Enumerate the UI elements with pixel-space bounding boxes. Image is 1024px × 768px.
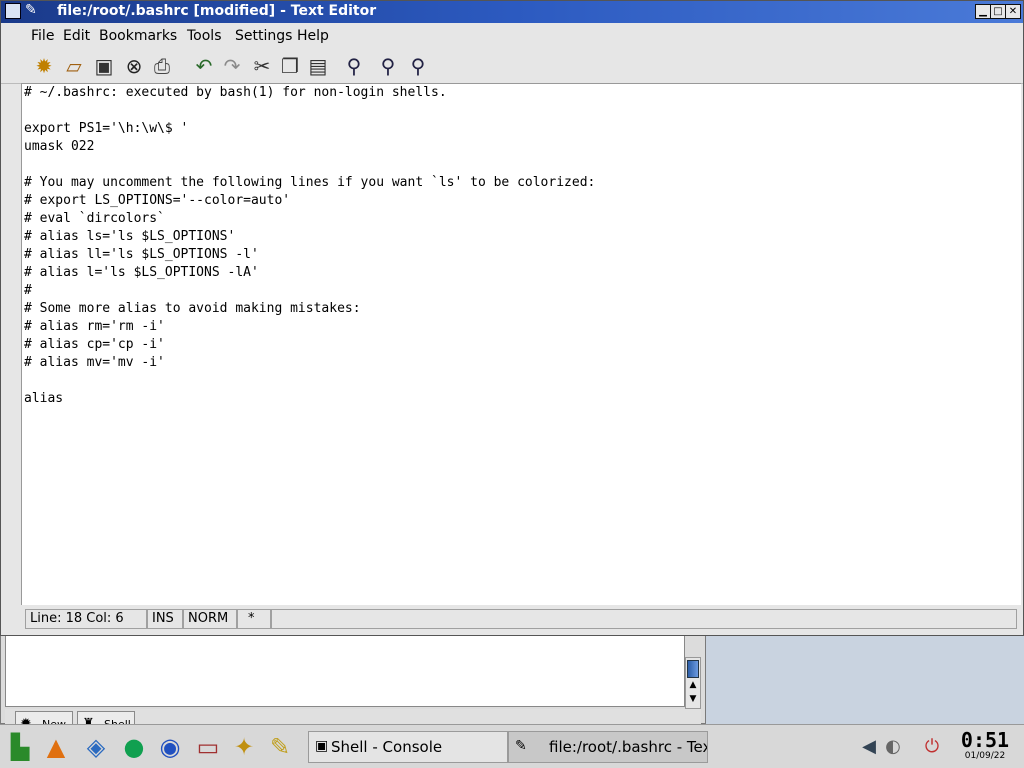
vlc-icon[interactable]: ▲ <box>40 731 72 763</box>
task-shell-console[interactable]: ▣ Shell - Console <box>308 731 508 763</box>
volume-icon[interactable]: ◀ <box>858 731 880 763</box>
accessibility-icon[interactable]: ✦ <box>228 731 260 763</box>
network-icon[interactable]: ◐ <box>882 731 904 763</box>
code-line: # alias ll='ls $LS_OPTIONS -l' <box>24 247 259 262</box>
menu-edit[interactable]: Edit <box>63 28 90 44</box>
code-line: # alias l='ls $LS_OPTIONS -lA' <box>24 265 259 280</box>
console-scrollbar[interactable]: ▲ ▼ <box>685 657 701 709</box>
globe-icon[interactable]: ◉ <box>154 731 186 763</box>
edit-mode: NORM <box>183 609 237 629</box>
menu-tools[interactable]: Tools <box>187 28 222 44</box>
code-line: # export LS_OPTIONS='--color=auto' <box>24 193 291 208</box>
code-line: # alias cp='cp -i' <box>24 337 165 352</box>
runner-icon[interactable]: ● <box>118 731 150 763</box>
clock-time: 0:51 <box>960 728 1010 752</box>
cursor-position: Line: 18 Col: 6 <box>25 609 147 629</box>
minimize-button[interactable]: ▁ <box>975 4 991 19</box>
code-line: # <box>24 283 32 298</box>
window-menu-icon[interactable] <box>5 3 21 19</box>
menu-settings[interactable]: Settings <box>235 28 292 44</box>
menu-file[interactable]: File <box>31 28 54 44</box>
k-menu-icon[interactable]: ▙ <box>4 731 36 763</box>
new-file-icon[interactable]: ✹ <box>31 53 57 79</box>
terminal-icon: ▣ <box>315 738 329 754</box>
status-bar: Line: 18 Col: 6 INS NORM * <box>21 607 1021 631</box>
copy-icon[interactable]: ❐ <box>277 53 303 79</box>
task-text-editor[interactable]: ✎ file:/root/.bashrc - Tex <box>508 731 708 763</box>
scrollbar-thumb[interactable] <box>687 660 699 678</box>
save-icon[interactable]: ▣ <box>91 53 117 79</box>
clock-date: 01/09/22 <box>964 751 1006 761</box>
modified-indicator: * <box>237 609 271 629</box>
code-line: # You may uncomment the following lines … <box>24 175 596 190</box>
drive-icon[interactable]: ▭ <box>192 731 224 763</box>
maximize-button[interactable]: □ <box>990 4 1006 19</box>
clock[interactable]: 0:51 01/09/22 <box>952 729 1018 765</box>
code-line: # alias mv='mv -i' <box>24 355 165 370</box>
undo-icon[interactable]: ↶ <box>191 53 217 79</box>
taskbar: ▙ ▲ ◈ ● ◉ ▭ ✦ ✎ ▣ Shell - Console ✎ file… <box>0 724 1024 768</box>
code-line: # Some more alias to avoid making mistak… <box>24 301 361 316</box>
close-button[interactable]: ✕ <box>1005 4 1021 19</box>
editor-icon: ✎ <box>515 738 527 754</box>
code-line: # alias ls='ls $LS_OPTIONS' <box>24 229 236 244</box>
close-icon[interactable]: ⊗ <box>121 53 147 79</box>
print-icon[interactable]: ⎙ <box>149 53 175 79</box>
cube-icon[interactable]: ◈ <box>80 731 112 763</box>
paste-icon[interactable]: ▤ <box>305 53 331 79</box>
zoom-out-icon[interactable]: ⚲ <box>405 53 431 79</box>
text-edit-area[interactable]: # ~/.bashrc: executed by bash(1) for non… <box>21 83 1021 605</box>
toolbar: ✹ ▱ ▣ ⊗ ⎙ ↶ ↷ ✂ ❐ ▤ ⚲ ⚲ ⚲ <box>1 49 1023 84</box>
scroll-up-icon[interactable]: ▲ <box>688 680 698 690</box>
text-editor-window[interactable]: ✎ file:/root/.bashrc [modified] - Text E… <box>0 0 1024 636</box>
menu-bar: File Edit Bookmarks Tools Settings Help <box>1 25 1023 47</box>
code-line: # ~/.bashrc: executed by bash(1) for non… <box>24 85 447 100</box>
zoom-in-icon[interactable]: ⚲ <box>375 53 401 79</box>
power-icon[interactable]: ⏻ <box>918 731 946 763</box>
window-title: file:/root/.bashrc [modified] - Text Edi… <box>57 3 377 19</box>
code-line: # alias rm='rm -i' <box>24 319 165 334</box>
code-line: umask 022 <box>24 139 95 154</box>
paint-icon[interactable]: ✎ <box>264 731 296 763</box>
menu-help[interactable]: Help <box>297 28 329 44</box>
sticky-pin-icon[interactable]: ✎ <box>25 2 37 18</box>
open-folder-icon[interactable]: ▱ <box>61 53 87 79</box>
scroll-down-icon[interactable]: ▼ <box>688 694 698 704</box>
code-line: # eval `dircolors` <box>24 211 165 226</box>
editor-titlebar[interactable]: ✎ file:/root/.bashrc [modified] - Text E… <box>1 1 1023 23</box>
status-filler <box>271 609 1017 629</box>
find-icon[interactable]: ⚲ <box>341 53 367 79</box>
code-line: alias <box>24 391 64 406</box>
insert-mode: INS <box>147 609 183 629</box>
redo-icon[interactable]: ↷ <box>219 53 245 79</box>
cut-icon[interactable]: ✂ <box>249 53 275 79</box>
menu-bookmarks[interactable]: Bookmarks <box>99 28 177 44</box>
code-line: export PS1='\h:\w\$ ' <box>24 121 189 136</box>
